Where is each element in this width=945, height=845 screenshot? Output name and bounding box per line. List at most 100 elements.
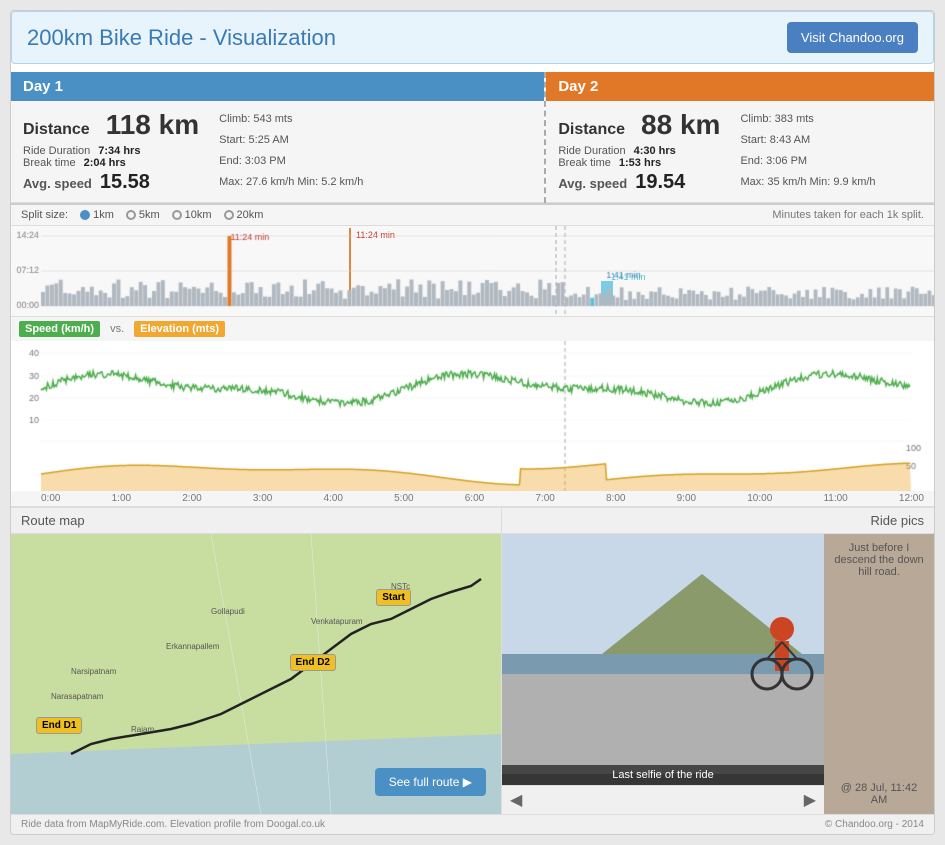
chart-legend: Speed (km/h) vs. Elevation (mts) bbox=[11, 317, 934, 341]
radio-10km-icon bbox=[172, 210, 182, 220]
time-3: 3:00 bbox=[253, 493, 272, 504]
stats-panels: Day 1 Distance 118 km Ride Duration 7:34 … bbox=[11, 72, 934, 205]
time-7: 7:00 bbox=[535, 493, 554, 504]
day1-avg-speed-label: Avg. speed bbox=[23, 176, 92, 191]
marker-start: Start bbox=[376, 589, 411, 606]
radio-5km-icon bbox=[126, 210, 136, 220]
day1-header: Day 1 bbox=[11, 72, 544, 101]
svg-text:Gollapudi: Gollapudi bbox=[211, 607, 245, 616]
day2-panel: Day 2 Distance 88 km Ride Duration 4:30 h… bbox=[546, 72, 934, 203]
legend-elev: Elevation (mts) bbox=[134, 321, 225, 337]
speed-elev-chart-canvas bbox=[11, 341, 935, 491]
day1-ride-dur-value: 7:34 hrs bbox=[98, 145, 140, 157]
pic-main-wrapper: Last selfie of the ride ◀ ▶ bbox=[502, 534, 824, 814]
split-right-label: Minutes taken for each 1k split. bbox=[772, 209, 924, 221]
marker-end-d2: End D2 bbox=[290, 654, 336, 671]
pic-nav[interactable]: ◀ ▶ bbox=[502, 785, 824, 814]
page-header: 200km Bike Ride - Visualization Visit Ch… bbox=[11, 11, 934, 64]
ride-pics-panel: Ride pics bbox=[502, 508, 934, 814]
day1-ride-dur-label: Ride Duration bbox=[23, 145, 90, 157]
day2-distance-block: Distance 88 km Ride Duration 4:30 hrs Bre… bbox=[558, 109, 720, 194]
split-label: Split size: bbox=[21, 209, 68, 221]
time-9: 9:00 bbox=[677, 493, 696, 504]
time-4: 4:00 bbox=[324, 493, 343, 504]
svg-text:Erkannapallem: Erkannapallem bbox=[166, 642, 220, 651]
split-1km[interactable]: 1km bbox=[80, 209, 114, 221]
legend-vs: vs. bbox=[110, 323, 124, 335]
day1-climb: Climb: 543 mts bbox=[219, 109, 363, 130]
pic-side-text: Just before I descend the down hill road… bbox=[832, 542, 926, 578]
day1-extra-stats: Climb: 543 mts Start: 5:25 AM End: 3:03 … bbox=[219, 109, 363, 193]
day1-start: Start: 5:25 AM bbox=[219, 130, 363, 151]
pics-container: Last selfie of the ride ◀ ▶ Just before … bbox=[502, 534, 934, 814]
day2-header: Day 2 bbox=[546, 72, 934, 101]
legend-speed: Speed (km/h) bbox=[19, 321, 100, 337]
day1-break-value: 2:04 hrs bbox=[84, 157, 126, 169]
split-options: Split size: 1km 5km 10km 20km bbox=[21, 209, 263, 221]
time-6: 6:00 bbox=[465, 493, 484, 504]
pic-side-date: @ 28 Jul, 11:42 AM bbox=[832, 782, 926, 806]
day2-maxmin: Max: 35 km/h Min: 9.9 km/h bbox=[740, 172, 875, 193]
bottom-section: Route map Narasapatnam bbox=[11, 507, 934, 814]
svg-text:Narsipatnam: Narsipatnam bbox=[71, 667, 117, 676]
footer-right: © Chandoo.org - 2014 bbox=[825, 819, 924, 830]
day1-end: End: 3:03 PM bbox=[219, 151, 363, 172]
cyclist-photo-placeholder bbox=[502, 534, 824, 774]
day2-extra-stats: Climb: 383 mts Start: 8:43 AM End: 3:06 … bbox=[740, 109, 875, 193]
day2-distance-value: 88 km bbox=[641, 109, 720, 141]
day2-climb: Climb: 383 mts bbox=[740, 109, 875, 130]
day1-distance-value: 118 km bbox=[106, 109, 199, 141]
split-controls: Split size: 1km 5km 10km 20km Minutes ta… bbox=[11, 205, 934, 226]
time-10: 10:00 bbox=[747, 493, 772, 504]
pic-prev-icon[interactable]: ◀ bbox=[510, 790, 522, 810]
pic-next-icon[interactable]: ▶ bbox=[804, 790, 816, 810]
bar-chart-container: 14:24 07:12 00:00 11:24 min bbox=[11, 226, 934, 317]
day2-ride-dur-label: Ride Duration bbox=[558, 145, 625, 157]
map-container: Narasapatnam Gollapudi Venkatapuram NSTc… bbox=[11, 534, 501, 814]
speed-elev-chart-container bbox=[11, 341, 934, 491]
time-12: 12:00 bbox=[899, 493, 924, 504]
see-full-route-button[interactable]: See full route ▶ bbox=[375, 768, 486, 796]
footer-left: Ride data from MapMyRide.com. Elevation … bbox=[21, 819, 325, 830]
day1-avg-speed-value: 15.58 bbox=[100, 171, 150, 194]
split-10km[interactable]: 10km bbox=[172, 209, 212, 221]
day1-stats: Distance 118 km Ride Duration 7:34 hrs Br… bbox=[11, 101, 544, 203]
day1-distance-block: Distance 118 km Ride Duration 7:34 hrs Br… bbox=[23, 109, 199, 194]
time-axis: 0:00 1:00 2:00 3:00 4:00 5:00 6:00 7:00 … bbox=[11, 491, 934, 507]
route-map-header: Route map bbox=[11, 508, 501, 534]
day2-start: Start: 8:43 AM bbox=[740, 130, 875, 151]
time-11: 11:00 bbox=[823, 493, 847, 504]
pic-caption: Last selfie of the ride bbox=[502, 765, 824, 785]
time-5: 5:00 bbox=[394, 493, 413, 504]
svg-text:Rajam: Rajam bbox=[131, 725, 154, 734]
radio-20km-icon bbox=[224, 210, 234, 220]
day2-avg-speed-label: Avg. speed bbox=[558, 176, 627, 191]
day1-distance-label: Distance bbox=[23, 121, 90, 139]
day2-break-value: 1:53 hrs bbox=[619, 157, 661, 169]
day2-avg-speed-value: 19.54 bbox=[635, 171, 685, 194]
pic-side: Just before I descend the down hill road… bbox=[824, 534, 934, 814]
time-1: 1:00 bbox=[112, 493, 131, 504]
ride-pics-header: Ride pics bbox=[502, 508, 934, 534]
time-2: 2:00 bbox=[182, 493, 201, 504]
radio-1km-icon bbox=[80, 210, 90, 220]
time-0: 0:00 bbox=[41, 493, 60, 504]
footer: Ride data from MapMyRide.com. Elevation … bbox=[11, 814, 934, 834]
route-map-panel: Route map Narasapatnam bbox=[11, 508, 502, 814]
day1-panel: Day 1 Distance 118 km Ride Duration 7:34 … bbox=[11, 72, 546, 203]
day1-break-label: Break time bbox=[23, 157, 76, 169]
svg-text:Narasapatnam: Narasapatnam bbox=[51, 692, 104, 701]
split-20km[interactable]: 20km bbox=[224, 209, 264, 221]
bar-chart-canvas bbox=[11, 226, 935, 316]
visit-chandoo-button[interactable]: Visit Chandoo.org bbox=[787, 22, 918, 53]
marker-end-d1: End D1 bbox=[36, 717, 82, 734]
svg-text:Venkatapuram: Venkatapuram bbox=[311, 617, 363, 626]
day2-ride-dur-value: 4:30 hrs bbox=[634, 145, 676, 157]
page-title: 200km Bike Ride - Visualization bbox=[27, 25, 336, 51]
split-5km[interactable]: 5km bbox=[126, 209, 160, 221]
day2-break-label: Break time bbox=[558, 157, 611, 169]
day2-end: End: 3:06 PM bbox=[740, 151, 875, 172]
day2-stats: Distance 88 km Ride Duration 4:30 hrs Bre… bbox=[546, 101, 934, 203]
day1-maxmin: Max: 27.6 km/h Min: 5.2 km/h bbox=[219, 172, 363, 193]
day2-distance-label: Distance bbox=[558, 121, 625, 139]
